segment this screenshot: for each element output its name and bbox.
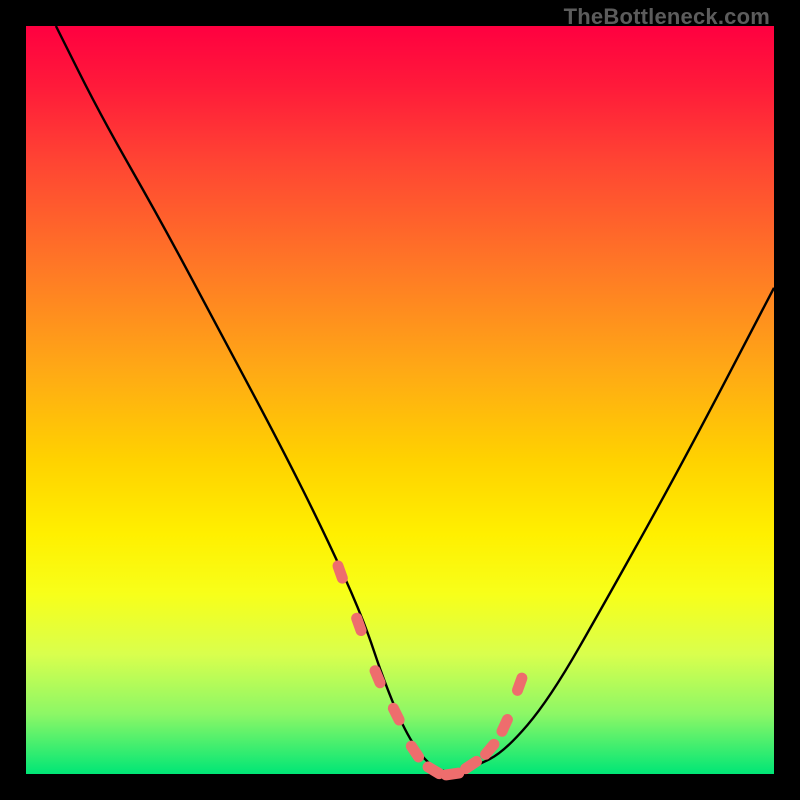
highlight-dash — [386, 701, 407, 727]
highlight-markers — [331, 559, 529, 781]
chart-svg — [26, 26, 774, 774]
highlight-dash — [510, 671, 529, 697]
highlight-dash — [331, 559, 349, 585]
curve-path — [56, 26, 774, 772]
chart-frame — [26, 26, 774, 774]
highlight-dash — [404, 739, 426, 765]
highlight-dash — [495, 712, 515, 738]
watermark-text: TheBottleneck.com — [564, 4, 770, 30]
highlight-dash — [368, 664, 387, 690]
curve-line — [56, 26, 774, 772]
